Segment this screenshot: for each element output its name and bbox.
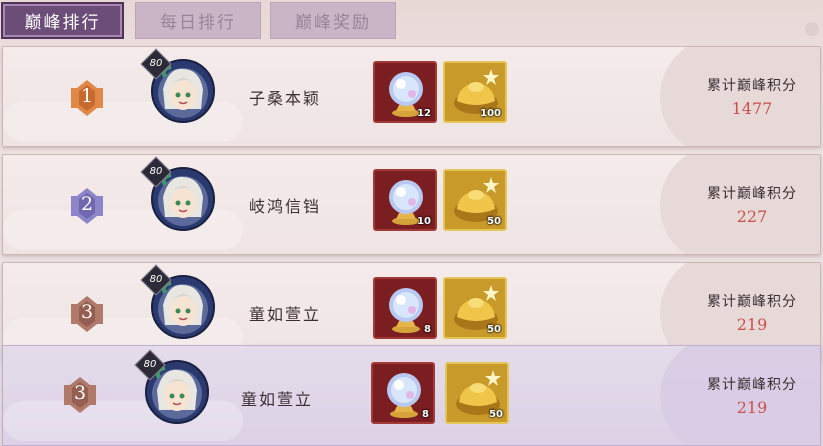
item-count: 10 [417, 216, 431, 227]
reward-gold-item[interactable]: 50 [443, 277, 507, 339]
item-count: 50 [489, 409, 503, 420]
score-value: 219 [736, 398, 768, 417]
tab-peak-ranking[interactable]: 巅峰排行 [1, 2, 124, 39]
ranking-row[interactable]: 2 80 岐鸿信铛 10 50 累计巅峰积分 227 [2, 154, 821, 255]
player-name: 岐鸿信铛 [249, 197, 322, 216]
rank-badge-icon: 3 [60, 375, 100, 415]
ranking-row[interactable]: 1 80 子桑本颖 12 100 累计巅峰积分 1477 [2, 46, 821, 147]
rank-badge-icon: 1 [67, 78, 107, 118]
score-label: 累计巅峰积分 [707, 78, 797, 94]
avatar[interactable]: 80 [134, 349, 209, 424]
reward-orb-item[interactable]: 10 [373, 169, 437, 231]
rank-badge-icon: 2 [67, 186, 107, 226]
tab-daily-ranking[interactable]: 每日排行 [135, 2, 261, 39]
reward-gold-item[interactable]: 50 [443, 169, 507, 231]
reward-gold-item[interactable]: 100 [443, 61, 507, 123]
player-name: 童如萱立 [249, 305, 322, 324]
score-panel [660, 47, 820, 146]
score-panel [660, 155, 820, 254]
score-value: 219 [736, 315, 768, 334]
rank-number: 3 [73, 382, 87, 404]
avatar[interactable]: 80 [140, 48, 215, 123]
ranking-screen: 巅峰排行 每日排行 巅峰奖励 1 80 子桑本颖 12 100 累计巅峰积分 1… [0, 0, 823, 446]
score-value: 1477 [731, 99, 773, 118]
avatar[interactable]: 80 [140, 264, 215, 339]
rank-number: 2 [80, 193, 94, 215]
avatar[interactable]: 80 [140, 156, 215, 231]
tab-bar: 巅峰排行 每日排行 巅峰奖励 [0, 0, 823, 44]
reward-orb-item[interactable]: 8 [373, 277, 437, 339]
reward-orb-item[interactable]: 12 [373, 61, 437, 123]
score-label: 累计巅峰积分 [707, 377, 797, 393]
score-panel [660, 346, 820, 445]
player-name: 童如萱立 [241, 390, 314, 409]
player-name: 子桑本颖 [249, 89, 322, 108]
score-label: 累计巅峰积分 [707, 186, 797, 202]
item-count: 50 [487, 216, 501, 227]
item-count: 12 [417, 108, 431, 119]
corner-ornament-icon [805, 22, 819, 36]
tab-peak-rewards[interactable]: 巅峰奖励 [270, 2, 396, 39]
rank-badge-icon: 3 [67, 294, 107, 334]
item-count: 50 [487, 324, 501, 335]
rank-number: 1 [80, 85, 94, 107]
item-count: 8 [422, 409, 429, 420]
rank-number: 3 [80, 301, 94, 323]
score-value: 227 [736, 207, 768, 226]
reward-gold-item[interactable]: 50 [445, 362, 509, 424]
item-count: 100 [480, 108, 501, 119]
score-label: 累计巅峰积分 [707, 294, 797, 310]
my-ranking-row[interactable]: 3 80 童如萱立 8 50 累计巅峰积分 219 [2, 345, 821, 446]
item-count: 8 [424, 324, 431, 335]
reward-orb-item[interactable]: 8 [371, 362, 435, 424]
